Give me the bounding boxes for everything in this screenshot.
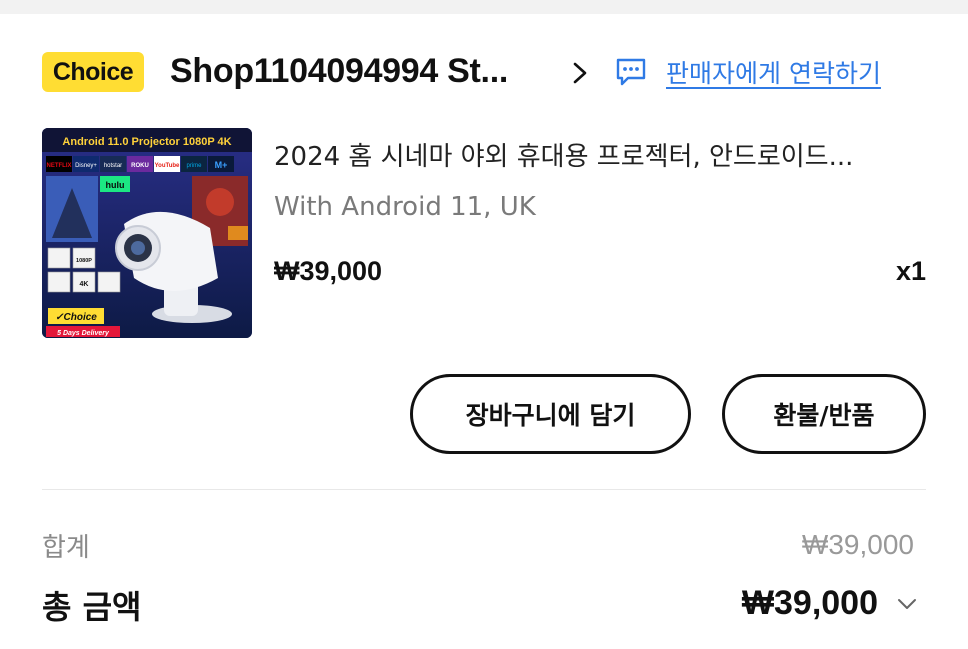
store-name[interactable]: Shop1104094994 St... [170,52,508,91]
chevron-down-icon[interactable] [896,596,918,612]
svg-text:Disney+: Disney+ [75,163,97,169]
svg-text:ROKU: ROKU [131,163,149,169]
product-variant: With Android 11, UK [274,192,536,222]
svg-text:M+: M+ [215,160,228,170]
chevron-right-icon[interactable] [570,60,590,86]
top-status-strip [0,0,968,14]
product-price: ₩39,000 [274,256,383,286]
svg-text:1080P: 1080P [76,258,92,264]
product-quantity: x1 [895,256,926,286]
chat-message-icon[interactable] [614,56,648,88]
contact-seller-link[interactable]: 판매자에게 연락하기 [666,54,881,90]
choice-badge: Choice [42,52,144,92]
svg-text:prime: prime [186,163,202,169]
svg-text:5 Days Delivery: 5 Days Delivery [57,330,110,337]
svg-text:Android 11.0 Projector 1080P 4: Android 11.0 Projector 1080P 4K [62,136,231,148]
svg-text:4K: 4K [80,281,89,288]
total-value[interactable]: ₩39,000 [742,584,878,623]
svg-text:hulu: hulu [106,180,125,190]
subtotal-label: 합계 [42,533,90,563]
product-thumbnail[interactable]: Android 11.0 Projector 1080P 4K NETFLIX … [42,128,252,338]
projector-product-image: Android 11.0 Projector 1080P 4K NETFLIX … [42,128,252,338]
total-label: 총 금액 [42,588,142,626]
svg-text:✓Choice: ✓Choice [55,312,97,323]
subtotal-value: ₩39,000 [801,529,914,560]
store-header: Choice Shop1104094994 St... 판매자에게 연락하기 [42,50,926,96]
section-divider [42,489,926,490]
add-to-cart-button[interactable]: 장바구니에 담기 [410,374,691,454]
svg-text:YouTube: YouTube [155,163,180,169]
svg-text:hotstar: hotstar [104,163,122,169]
svg-text:NETFLIX: NETFLIX [47,163,72,169]
product-title[interactable]: 2024 홈 시네마 야외 휴대용 프로젝터, 안드로이드... [274,136,926,173]
refund-return-button[interactable]: 환불/반품 [722,374,926,454]
